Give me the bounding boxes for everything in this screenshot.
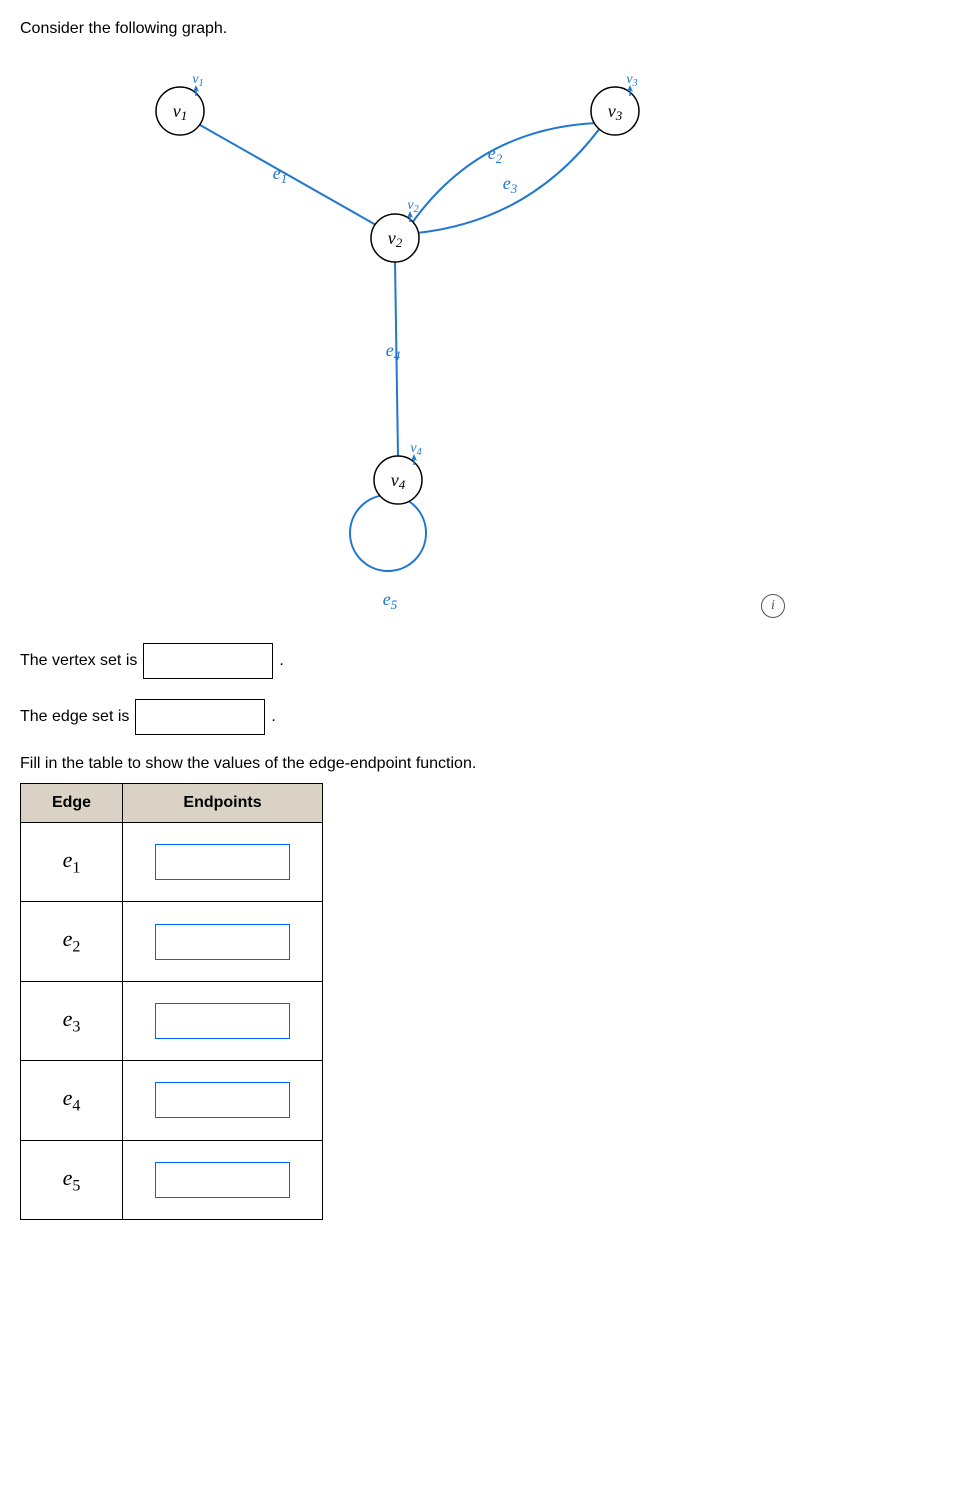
table-instruction: Fill in the table to show the values of … [20,755,956,773]
svg-text:v1: v1 [192,72,203,89]
prompt-text: Consider the following graph. [20,20,956,38]
table-row: e3 [21,981,323,1060]
edge-set-input[interactable] [135,699,265,735]
vertex-v2: v2 v2 [371,198,419,262]
header-endpoints: Endpoints [123,784,323,823]
edge-label: e5 [63,1165,81,1190]
header-edge: Edge [21,784,123,823]
table-row: e4 [21,1061,323,1140]
table-row: e2 [21,902,323,981]
edge-label-e3: e3 [503,173,518,196]
table-row: e1 [21,823,323,902]
edge-label: e3 [63,1006,81,1031]
svg-text:v3: v3 [626,72,637,89]
edge-label-e5: e5 [383,589,398,612]
endpoints-input-e2[interactable] [155,924,290,960]
period: . [271,708,275,726]
edge-e1 [200,125,376,225]
graph-figure: v1 v1 v2 v2 v3 [120,53,760,623]
endpoints-input-e5[interactable] [155,1162,290,1198]
svg-text:v4: v4 [410,441,421,458]
vertex-v1: v1 v1 [156,72,204,135]
edge-label-e1: e1 [273,163,288,186]
endpoints-input-e4[interactable] [155,1082,290,1118]
vertex-set-input[interactable] [143,643,273,679]
endpoints-input-e3[interactable] [155,1003,290,1039]
vertex-v3: v3 v3 [591,72,639,135]
edge-label: e2 [63,926,81,951]
vertex-set-label: The vertex set is [20,652,137,670]
edge-e5-loop [350,495,426,571]
edge-set-label: The edge set is [20,708,129,726]
edge-endpoint-table: Edge Endpoints e1 e2 e3 e4 e5 [20,783,323,1220]
edge-label-e4: e4 [386,340,401,363]
edge-label: e4 [63,1085,81,1110]
info-icon[interactable]: i [761,594,785,618]
edge-label: e1 [63,847,81,872]
table-row: e5 [21,1140,323,1219]
endpoints-input-e1[interactable] [155,844,290,880]
period: . [279,652,283,670]
svg-text:v2: v2 [407,198,418,215]
